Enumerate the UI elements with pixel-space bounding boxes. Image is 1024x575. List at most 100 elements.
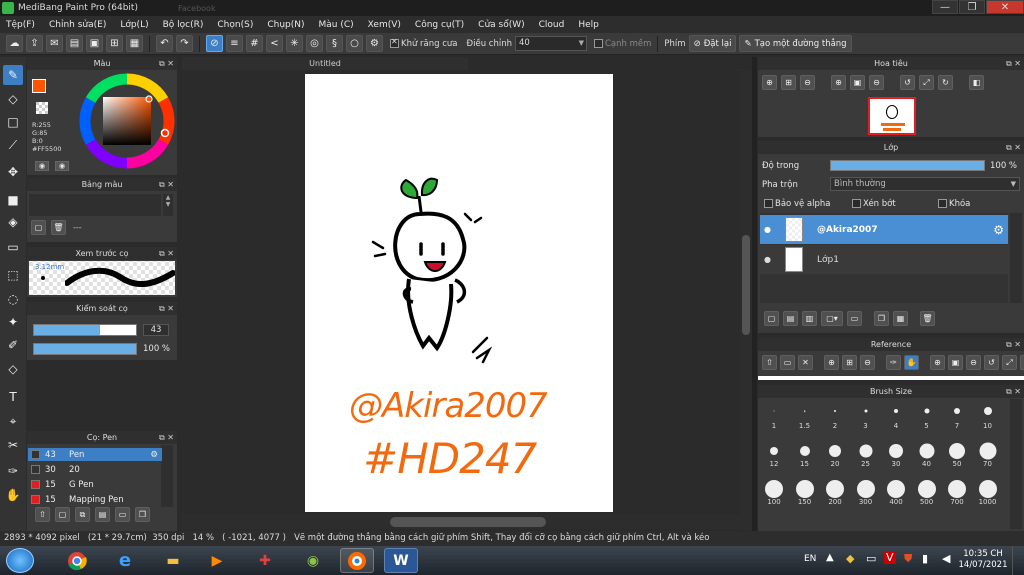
brush-item[interactable]: 30 20 [28, 463, 162, 476]
brush-size-option[interactable]: 2 [820, 401, 850, 431]
panel-controls[interactable]: ⧉ ✕ [159, 302, 174, 315]
menu-color[interactable]: Màu (C) [319, 20, 354, 30]
add-brush-icon[interactable]: ⇧ [35, 507, 50, 522]
maximize-button[interactable]: ❐ [959, 0, 985, 14]
brush-size-option[interactable]: 30 [881, 439, 911, 469]
brush-size-option[interactable]: 700 [942, 477, 972, 507]
green-app-icon[interactable]: ◉ [296, 548, 330, 573]
text-tool-icon[interactable]: T [3, 387, 23, 407]
clipping-toggle[interactable]: Xén bớt [852, 199, 896, 209]
brush-size-option[interactable]: 1000 [973, 477, 1003, 507]
protect-alpha-checkbox[interactable] [764, 199, 773, 208]
straight-line-button[interactable]: ✎ Tạo một đường thẳng [739, 35, 852, 52]
brush-size-option[interactable]: 4 [881, 401, 911, 431]
new-layer-1bit-icon[interactable]: ▥ [802, 311, 817, 326]
protect-alpha-toggle[interactable]: Bảo vệ alpha [764, 199, 830, 209]
brush-size-option[interactable]: 400 [881, 477, 911, 507]
brush-size-option[interactable]: 7 [942, 401, 972, 431]
panel-controls[interactable]: ⧉ ✕ [1006, 338, 1021, 351]
brush-size-option[interactable]: 12 [759, 439, 789, 469]
panel-controls[interactable]: ⧉ ✕ [159, 178, 174, 191]
radial-icon[interactable]: ✳ [286, 35, 303, 52]
reset-button[interactable]: ⊘ Đặt lại [688, 35, 737, 52]
operation-tool-icon[interactable]: ⌖ [3, 411, 23, 431]
gradient-tool-icon[interactable]: ▭ [3, 237, 23, 257]
merge-layer-icon[interactable]: ▦ [893, 311, 908, 326]
brush-size-option[interactable]: 500 [912, 477, 942, 507]
palette-scrollbar[interactable]: ▲ ▼ [163, 194, 173, 216]
menu-file[interactable]: Tệp(F) [6, 20, 35, 30]
line-tool-icon[interactable]: ⟋ [3, 135, 23, 155]
brush-size-option[interactable]: 40 [912, 439, 942, 469]
rotate-right-icon[interactable]: ↻ [938, 75, 953, 90]
horizontal-scroll-thumb[interactable] [390, 517, 546, 527]
edge-toggle[interactable]: Cạnh mềm [593, 38, 651, 49]
antialias-toggle[interactable]: Khử răng cưa [390, 37, 458, 49]
eyedropper-icon[interactable]: ✑ [886, 355, 901, 370]
panel-controls[interactable]: ⧉ ✕ [1006, 141, 1021, 154]
select-rect-icon[interactable]: ⬚ [3, 265, 23, 285]
brush-size-option[interactable]: 25 [851, 439, 881, 469]
tray-antivirus-icon[interactable]: V [884, 551, 896, 564]
menu-view[interactable]: Xem(V) [368, 20, 401, 30]
page-icon[interactable]: ▣ [86, 35, 103, 52]
network-icon[interactable]: ▮ [922, 552, 928, 565]
brush-settings-icon[interactable]: ▤ [95, 507, 110, 522]
menu-layer[interactable]: Lớp(L) [120, 20, 148, 30]
clock[interactable]: 10:35 CH 14/07/2021 [958, 549, 1008, 571]
brush-size-option[interactable]: 200 [820, 477, 850, 507]
document-tab[interactable]: Untitled [182, 57, 468, 70]
delete-palette-icon[interactable]: 🗑 [51, 220, 66, 235]
tray-shield-icon[interactable]: ⛊ [904, 552, 912, 566]
panel-controls[interactable]: ⧉ ✕ [1006, 57, 1021, 70]
bucket-tool-icon[interactable]: ◈ [3, 212, 23, 232]
panel-controls[interactable]: ⧉ ✕ [159, 57, 174, 70]
brush-tool-icon[interactable]: ✎ [3, 65, 23, 85]
move-tool-icon[interactable]: ✥ [3, 162, 23, 182]
new-brush-icon[interactable]: ▢ [55, 507, 70, 522]
brush-item[interactable]: 15 G Pen [28, 478, 162, 491]
zoom-in-alt-icon[interactable]: ⊕ [831, 75, 846, 90]
circle-snap-icon[interactable]: ○ [346, 35, 363, 52]
blend-mode-select[interactable]: Bình thường ▼ [830, 177, 1020, 191]
close-button[interactable]: ✕ [986, 0, 1024, 14]
grid-snap-icon[interactable]: # [246, 35, 263, 52]
volume-icon[interactable]: ◀ [942, 552, 950, 565]
panel-divider[interactable] [752, 57, 757, 531]
new-layer-icon[interactable]: ▢ [764, 311, 779, 326]
curve-snap-icon[interactable]: § [326, 35, 343, 52]
zoom-fit-icon[interactable]: ⊞ [842, 355, 857, 370]
correction-select[interactable]: 40 ▼ [514, 36, 587, 51]
media-player-icon[interactable]: ▶ [200, 548, 234, 573]
paint-app-icon[interactable]: ✚ [248, 548, 282, 573]
layer-row[interactable]: ● Lớp1 [760, 245, 1008, 274]
zoom-out-icon[interactable]: ⊖ [800, 75, 815, 90]
file-explorer-icon[interactable]: ▬ [156, 548, 190, 573]
redo-icon[interactable]: ↷ [176, 35, 193, 52]
transparent-swatch[interactable] [36, 102, 48, 114]
gear-icon[interactable]: ⚙ [993, 223, 1004, 237]
fit-window-icon[interactable]: ▣ [850, 75, 865, 90]
close-icon[interactable]: ✕ [798, 355, 813, 370]
zoom-out-alt-icon[interactable]: ⊖ [966, 355, 981, 370]
primary-color-swatch[interactable] [32, 79, 46, 93]
menu-select[interactable]: Chọn(S) [217, 20, 253, 30]
fill-rect-icon[interactable]: ■ [3, 190, 23, 210]
folder-icon[interactable]: ▭ [115, 507, 130, 522]
upload-icon[interactable]: ⇧ [762, 355, 777, 370]
comment-icon[interactable]: ✉ [46, 35, 63, 52]
menu-tools[interactable]: Công cụ(T) [415, 20, 464, 30]
start-button[interactable] [6, 548, 34, 573]
zoom-in-icon[interactable]: ⊕ [824, 355, 839, 370]
grid-icon[interactable]: ⊞ [106, 35, 123, 52]
tray-chevron-icon[interactable]: ▲ [826, 552, 834, 563]
eye-icon[interactable]: ● [764, 225, 771, 234]
menu-help[interactable]: Help [578, 20, 599, 30]
brush-size-scrollbar[interactable] [1010, 399, 1022, 529]
internet-explorer-icon[interactable]: e [108, 548, 142, 573]
panel-controls[interactable]: ⧉ ✕ [159, 247, 174, 260]
menu-window[interactable]: Cửa sổ(W) [478, 20, 524, 30]
color-mode-button[interactable]: ◉ [35, 161, 49, 171]
copy-brush-icon[interactable]: ⧉ [75, 507, 90, 522]
eyedropper-icon[interactable]: ✑ [3, 461, 23, 481]
